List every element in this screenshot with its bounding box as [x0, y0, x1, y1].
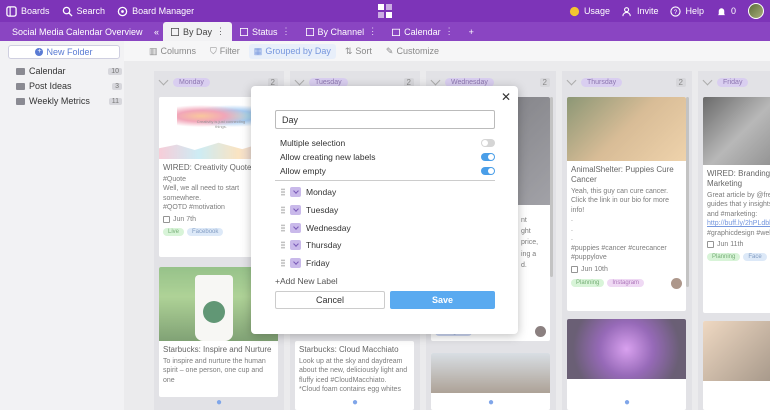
drag-handle-icon[interactable] [281, 259, 285, 267]
notifications-button[interactable]: 0 [710, 0, 742, 22]
board-manager-button[interactable]: Board Manager [111, 0, 200, 22]
sidebar-folder-weekly-metrics[interactable]: Weekly Metrics 11 [16, 95, 122, 107]
board-title[interactable]: Social Media Calendar Overview [0, 22, 150, 41]
sidebar-folder-post-ideas[interactable]: Post Ideas 3 [16, 80, 122, 92]
label-color-chip[interactable] [290, 223, 301, 233]
help-button[interactable]: ? Help [664, 0, 710, 22]
invite-label: Invite [636, 6, 659, 16]
new-folder-button[interactable]: + New Folder [8, 45, 120, 59]
add-view-button[interactable]: + [461, 22, 482, 41]
help-label: Help [685, 6, 704, 16]
double-chevron-left-icon: « [154, 26, 160, 37]
divider [275, 180, 495, 181]
usage-icon [569, 6, 580, 16]
collapse-sidebar-button[interactable]: « [150, 22, 163, 41]
boards-button[interactable]: Boards [0, 0, 56, 22]
drag-handle-icon[interactable] [281, 241, 285, 249]
plus-circle-icon: + [35, 48, 44, 56]
field-name-input[interactable] [275, 110, 495, 129]
folder-icon [16, 82, 25, 90]
tab-bar: Social Media Calendar Overview « By Day … [0, 22, 770, 41]
label-color-chip[interactable] [290, 258, 301, 268]
label-color-chip[interactable] [290, 187, 301, 197]
label-color-chip[interactable] [290, 205, 301, 215]
calendar-icon [392, 28, 401, 36]
board-manager-label: Board Manager [132, 6, 195, 16]
top-bar: Boards Search Board Manager Usage Invite… [0, 0, 770, 22]
invite-button[interactable]: Invite [616, 0, 665, 22]
boards-icon [6, 5, 17, 17]
grid-view-icon [305, 27, 314, 36]
label-item-friday[interactable]: Friday [281, 256, 481, 270]
close-icon[interactable]: ✕ [500, 91, 512, 103]
bell-icon [717, 7, 726, 15]
label-item-wednesday[interactable]: Wednesday [281, 221, 481, 235]
sidebar-folder-calendar[interactable]: Calendar 10 [16, 65, 122, 77]
boards-label: Boards [21, 6, 50, 16]
cancel-button[interactable]: Cancel [275, 291, 385, 309]
grid-view-icon [171, 27, 180, 36]
label-item-thursday[interactable]: Thursday [281, 238, 481, 252]
save-button[interactable]: Save [390, 291, 495, 309]
search-icon [62, 6, 73, 17]
add-new-label-button[interactable]: +Add New Label [275, 276, 338, 286]
drag-handle-icon[interactable] [281, 206, 285, 214]
label-item-tuesday[interactable]: Tuesday [281, 203, 481, 217]
tab-menu-icon[interactable]: ⋮ [445, 26, 454, 37]
option-allow-new-labels: Allow creating new labels [280, 151, 495, 163]
tab-status[interactable]: Status ⋮ [232, 22, 298, 41]
user-plus-icon [622, 6, 631, 16]
grid-view-icon [240, 27, 249, 36]
drag-handle-icon[interactable] [281, 188, 285, 196]
label-color-chip[interactable] [290, 240, 301, 250]
option-allow-empty: Allow empty [280, 165, 495, 177]
tab-menu-icon[interactable]: ⋮ [216, 26, 225, 37]
tab-menu-icon[interactable]: ⋮ [368, 26, 377, 37]
notifications-count: 0 [730, 6, 736, 16]
app-logo-icon[interactable] [377, 3, 393, 19]
tab-calendar[interactable]: Calendar ⋮ [384, 22, 461, 41]
gear-icon [117, 6, 128, 16]
sidebar: + New Folder Calendar 10 Post Ideas 3 We… [0, 41, 124, 410]
search-button[interactable]: Search [56, 0, 112, 22]
search-label: Search [76, 6, 106, 16]
tab-menu-icon[interactable]: ⋮ [282, 26, 291, 37]
help-icon: ? [670, 5, 682, 17]
allow-empty-toggle[interactable] [481, 167, 495, 175]
tab-by-day[interactable]: By Day ⋮ [163, 22, 233, 41]
tab-by-channel[interactable]: By Channel ⋮ [298, 22, 385, 41]
folder-icon [16, 67, 25, 75]
allow-new-labels-toggle[interactable] [481, 153, 495, 161]
user-avatar[interactable] [748, 3, 764, 19]
usage-button[interactable]: Usage [563, 0, 616, 22]
option-multiple-selection: Multiple selection [280, 137, 495, 149]
plus-icon: + [468, 26, 474, 37]
folder-icon [16, 97, 25, 105]
label-item-monday[interactable]: Monday [281, 185, 481, 199]
svg-text:?: ? [674, 8, 678, 15]
usage-label: Usage [583, 6, 610, 16]
multiple-selection-toggle[interactable] [481, 139, 495, 147]
drag-handle-icon[interactable] [281, 224, 285, 232]
edit-field-modal: ✕ Multiple selection Allow creating new … [251, 86, 518, 334]
